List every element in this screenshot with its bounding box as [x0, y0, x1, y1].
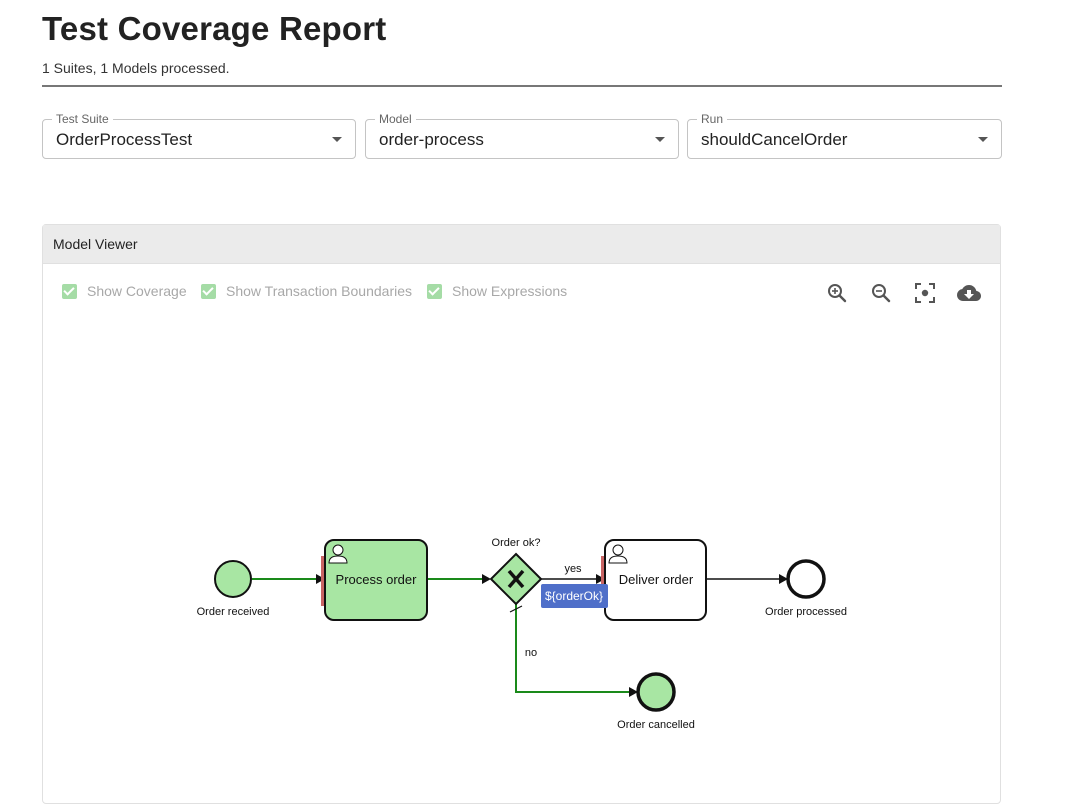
- end-event-cancelled[interactable]: [636, 672, 676, 712]
- flow-no-label: no: [525, 647, 537, 659]
- flow-yes-label: yes: [564, 563, 582, 575]
- bpmn-diagram: Order received Process order Order ok? y…: [197, 537, 847, 731]
- task-process-order-label: Process order: [336, 572, 418, 587]
- task-deliver-order-label: Deliver order: [619, 572, 694, 587]
- expression-text: ${orderOk}: [545, 589, 603, 603]
- end-event-cancelled-label: Order cancelled: [617, 719, 695, 731]
- start-event-label: Order received: [197, 606, 270, 618]
- start-event[interactable]: [214, 560, 252, 598]
- end-event-processed-label: Order processed: [765, 606, 847, 618]
- gateway-label: Order ok?: [492, 537, 541, 549]
- end-event-processed[interactable]: [786, 559, 826, 599]
